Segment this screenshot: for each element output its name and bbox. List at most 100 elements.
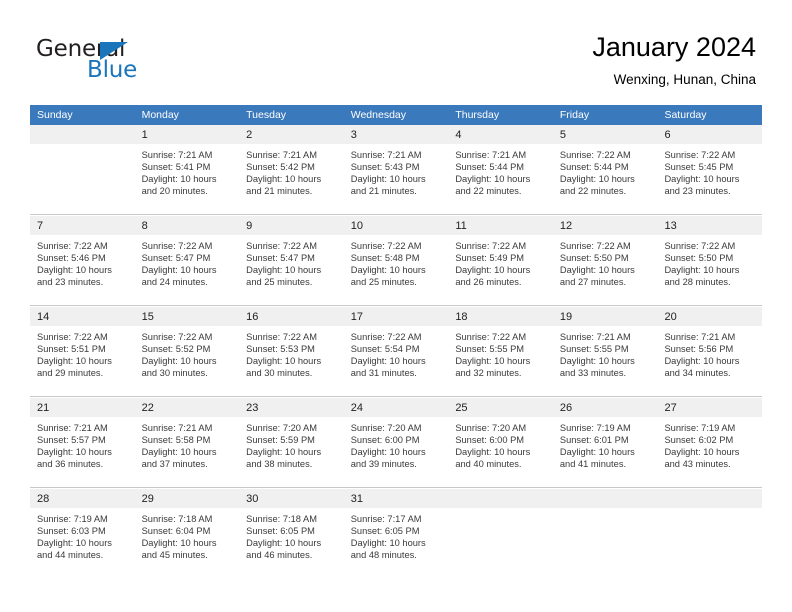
day-cell[interactable]: 28 Sunrise: 7:19 AM Sunset: 6:03 PM Dayl… xyxy=(30,489,135,578)
day-cell[interactable]: 23 Sunrise: 7:20 AM Sunset: 5:59 PM Dayl… xyxy=(239,398,344,487)
day-cell[interactable]: 16 Sunrise: 7:22 AM Sunset: 5:53 PM Dayl… xyxy=(239,307,344,396)
daylight-line2: and 48 minutes. xyxy=(350,549,417,560)
daylight-line2: and 29 minutes. xyxy=(37,367,104,378)
day-details: Sunrise: 7:17 AM Sunset: 6:05 PM Dayligh… xyxy=(344,509,449,562)
sunset-text: Sunset: 5:47 PM xyxy=(141,252,211,263)
daylight-line1: Daylight: 10 hours xyxy=(37,537,112,548)
calendar-grid: Sunday Monday Tuesday Wednesday Thursday… xyxy=(30,105,763,578)
sunrise-text: Sunrise: 7:22 AM xyxy=(664,241,736,251)
day-cell[interactable]: 7 Sunrise: 7:22 AM Sunset: 5:46 PM Dayli… xyxy=(30,216,135,305)
sunset-text: Sunset: 5:44 PM xyxy=(559,161,629,172)
day-cell[interactable]: 21 Sunrise: 7:21 AM Sunset: 5:57 PM Dayl… xyxy=(30,398,135,487)
day-cell[interactable]: 4 Sunrise: 7:21 AM Sunset: 5:44 PM Dayli… xyxy=(448,125,553,214)
daylight-line1: Daylight: 10 hours xyxy=(37,264,112,275)
day-cell[interactable]: 22 Sunrise: 7:21 AM Sunset: 5:58 PM Dayl… xyxy=(134,398,240,487)
daylight-line1: Daylight: 10 hours xyxy=(559,264,635,275)
day-details: Sunrise: 7:22 AM Sunset: 5:55 PM Dayligh… xyxy=(448,327,553,380)
day-cell[interactable] xyxy=(552,489,658,578)
daylight-line2: and 30 minutes. xyxy=(246,367,313,378)
day-number xyxy=(553,493,560,505)
day-cell[interactable]: 2 Sunrise: 7:21 AM Sunset: 5:42 PM Dayli… xyxy=(239,125,344,214)
sunset-text: Sunset: 5:48 PM xyxy=(350,252,420,263)
daylight-line1: Daylight: 10 hours xyxy=(246,173,322,184)
day-cell[interactable]: 24 Sunrise: 7:20 AM Sunset: 6:00 PM Dayl… xyxy=(343,398,449,487)
sunset-text: Sunset: 5:55 PM xyxy=(559,343,629,354)
day-cell[interactable]: 6 Sunrise: 7:22 AM Sunset: 5:45 PM Dayli… xyxy=(657,125,763,214)
day-cell[interactable]: 5 Sunrise: 7:22 AM Sunset: 5:44 PM Dayli… xyxy=(552,125,658,214)
day-cell[interactable]: 31 Sunrise: 7:17 AM Sunset: 6:05 PM Dayl… xyxy=(343,489,449,578)
day-cell[interactable]: 18 Sunrise: 7:22 AM Sunset: 5:55 PM Dayl… xyxy=(448,307,553,396)
general-blue-logo[interactable]: General Blue xyxy=(36,36,156,86)
day-details: Sunrise: 7:22 AM Sunset: 5:52 PM Dayligh… xyxy=(135,327,240,380)
sunrise-text: Sunrise: 7:21 AM xyxy=(141,150,213,160)
day-cell[interactable]: 14 Sunrise: 7:22 AM Sunset: 5:51 PM Dayl… xyxy=(30,307,135,396)
sunset-text: Sunset: 5:50 PM xyxy=(664,252,734,263)
day-cell[interactable]: 13 Sunrise: 7:22 AM Sunset: 5:50 PM Dayl… xyxy=(657,216,763,305)
day-cell[interactable]: 3 Sunrise: 7:21 AM Sunset: 5:43 PM Dayli… xyxy=(343,125,449,214)
sunset-text: Sunset: 6:04 PM xyxy=(141,525,211,536)
daylight-line1: Daylight: 10 hours xyxy=(246,264,322,275)
calendar-page: General Blue January 2024 Wenxing, Hunan… xyxy=(0,0,792,612)
day-cell[interactable]: 20 Sunrise: 7:21 AM Sunset: 5:56 PM Dayl… xyxy=(657,307,763,396)
day-details: Sunrise: 7:21 AM Sunset: 5:56 PM Dayligh… xyxy=(657,327,762,380)
sunrise-text: Sunrise: 7:22 AM xyxy=(246,332,317,342)
page-subtitle: Wenxing, Hunan, China xyxy=(613,72,756,87)
sunrise-text: Sunrise: 7:19 AM xyxy=(37,514,108,524)
daylight-line1: Daylight: 10 hours xyxy=(664,446,740,457)
day-number: 7 xyxy=(37,220,44,232)
weekday-wednesday: Wednesday xyxy=(350,109,406,121)
day-number: 8 xyxy=(141,220,148,232)
day-number: 18 xyxy=(455,311,468,323)
sunrise-text: Sunrise: 7:19 AM xyxy=(664,423,736,433)
sunrise-text: Sunrise: 7:20 AM xyxy=(455,423,527,433)
day-number: 25 xyxy=(455,402,468,414)
day-cell[interactable] xyxy=(657,489,763,578)
day-cell[interactable]: 9 Sunrise: 7:22 AM Sunset: 5:47 PM Dayli… xyxy=(239,216,344,305)
day-number: 1 xyxy=(141,129,148,141)
day-cell[interactable]: 10 Sunrise: 7:22 AM Sunset: 5:48 PM Dayl… xyxy=(343,216,449,305)
daylight-line2: and 24 minutes. xyxy=(141,276,208,287)
day-details: Sunrise: 7:21 AM Sunset: 5:43 PM Dayligh… xyxy=(344,145,449,198)
day-cell[interactable]: 8 Sunrise: 7:22 AM Sunset: 5:47 PM Dayli… xyxy=(134,216,240,305)
daylight-line1: Daylight: 10 hours xyxy=(559,446,635,457)
day-number xyxy=(30,129,37,141)
sunrise-text: Sunrise: 7:22 AM xyxy=(141,332,213,342)
day-cell[interactable]: 25 Sunrise: 7:20 AM Sunset: 6:00 PM Dayl… xyxy=(448,398,553,487)
day-details: Sunrise: 7:20 AM Sunset: 6:00 PM Dayligh… xyxy=(344,418,449,471)
day-cell[interactable]: 12 Sunrise: 7:22 AM Sunset: 5:50 PM Dayl… xyxy=(552,216,658,305)
day-number: 11 xyxy=(455,220,467,232)
day-details: Sunrise: 7:20 AM Sunset: 5:59 PM Dayligh… xyxy=(239,418,344,471)
day-details: Sunrise: 7:19 AM Sunset: 6:03 PM Dayligh… xyxy=(30,509,135,562)
day-cell[interactable] xyxy=(448,489,553,578)
day-cell[interactable]: 11 Sunrise: 7:22 AM Sunset: 5:49 PM Dayl… xyxy=(448,216,553,305)
day-cell[interactable]: 15 Sunrise: 7:22 AM Sunset: 5:52 PM Dayl… xyxy=(134,307,240,396)
day-cell[interactable]: 30 Sunrise: 7:18 AM Sunset: 6:05 PM Dayl… xyxy=(239,489,344,578)
sunrise-text: Sunrise: 7:22 AM xyxy=(350,332,422,342)
sunrise-text: Sunrise: 7:21 AM xyxy=(141,423,213,433)
daylight-line1: Daylight: 10 hours xyxy=(350,264,426,275)
day-cell[interactable]: 26 Sunrise: 7:19 AM Sunset: 6:01 PM Dayl… xyxy=(552,398,658,487)
day-number: 21 xyxy=(37,402,50,414)
sunset-text: Sunset: 5:44 PM xyxy=(455,161,525,172)
day-details: Sunrise: 7:22 AM Sunset: 5:49 PM Dayligh… xyxy=(448,236,553,289)
day-number: 31 xyxy=(350,493,363,505)
day-number: 29 xyxy=(141,493,154,505)
weekday-saturday: Saturday xyxy=(664,109,707,121)
day-cell[interactable]: 19 Sunrise: 7:21 AM Sunset: 5:55 PM Dayl… xyxy=(552,307,658,396)
day-cell[interactable] xyxy=(30,125,135,214)
daylight-line1: Daylight: 10 hours xyxy=(350,537,426,548)
day-details: Sunrise: 7:21 AM Sunset: 5:44 PM Dayligh… xyxy=(448,145,553,198)
sunset-text: Sunset: 5:49 PM xyxy=(455,252,525,263)
day-details: Sunrise: 7:22 AM Sunset: 5:45 PM Dayligh… xyxy=(657,145,762,198)
day-details: Sunrise: 7:22 AM Sunset: 5:47 PM Dayligh… xyxy=(135,236,240,289)
day-number: 12 xyxy=(559,220,573,232)
daylight-line1: Daylight: 10 hours xyxy=(350,173,426,184)
daylight-line2: and 43 minutes. xyxy=(664,458,731,469)
day-cell[interactable]: 1 Sunrise: 7:21 AM Sunset: 5:41 PM Dayli… xyxy=(134,125,240,214)
day-cell[interactable]: 27 Sunrise: 7:19 AM Sunset: 6:02 PM Dayl… xyxy=(657,398,763,487)
day-number xyxy=(657,493,664,505)
day-cell[interactable]: 29 Sunrise: 7:18 AM Sunset: 6:04 PM Dayl… xyxy=(134,489,240,578)
day-cell[interactable]: 17 Sunrise: 7:22 AM Sunset: 5:54 PM Dayl… xyxy=(343,307,449,396)
daylight-line2: and 39 minutes. xyxy=(350,458,417,469)
sunset-text: Sunset: 6:00 PM xyxy=(455,434,525,445)
